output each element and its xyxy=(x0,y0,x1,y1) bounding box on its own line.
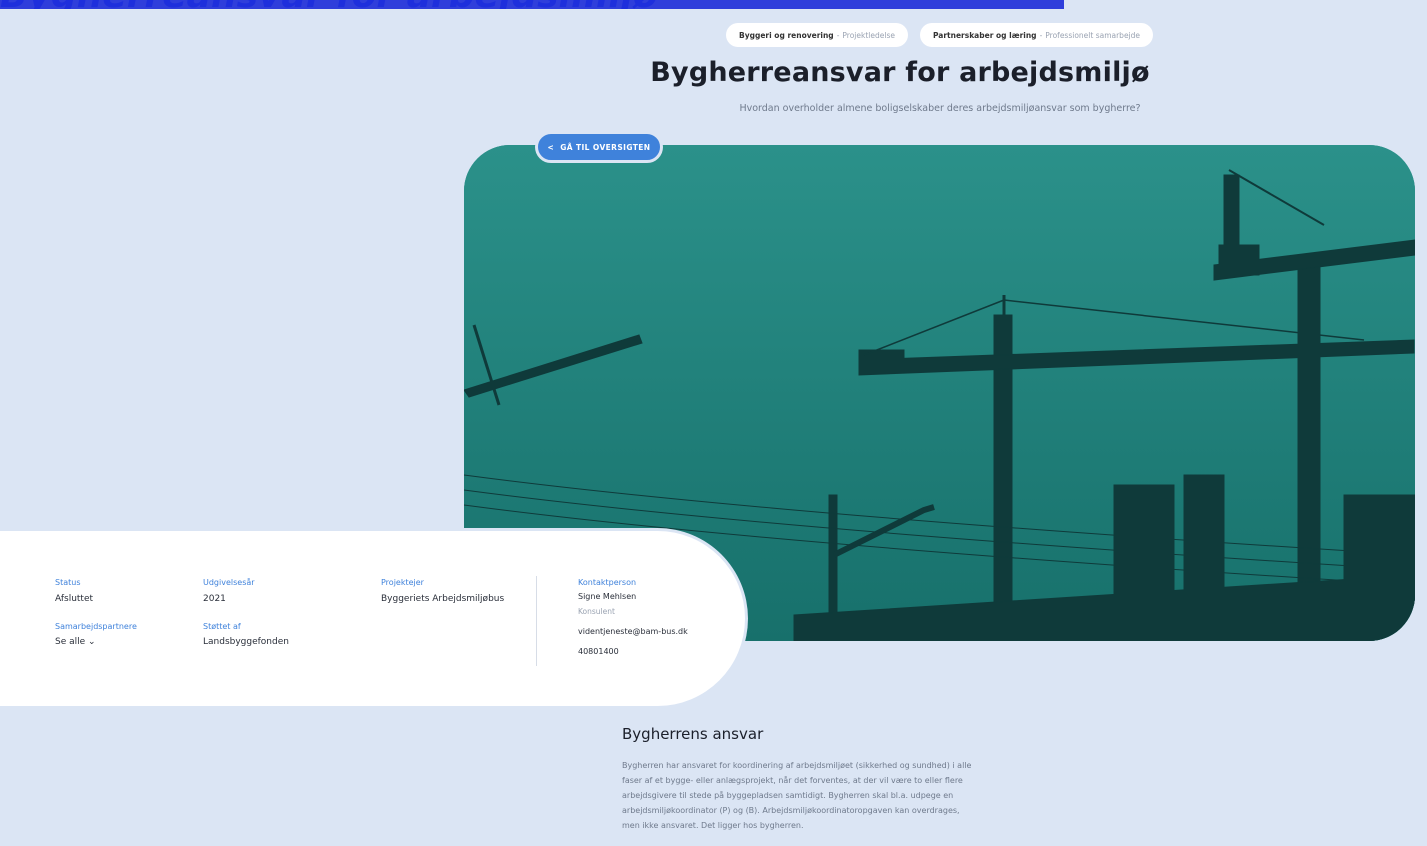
chevron-left-icon: < xyxy=(547,142,555,152)
contact-role: Konsulent xyxy=(578,607,615,616)
category-pills: Byggeri og renovering - Projektledelse P… xyxy=(726,23,1154,47)
see-all-partners-toggle[interactable]: Se alle ⌄ xyxy=(55,637,96,647)
category-pill-partnerships[interactable]: Partnerskaber og læring - Professionelt … xyxy=(919,23,1154,47)
status-value: Afsluttet xyxy=(55,594,94,604)
top-link-banner[interactable]: Bygherreansvar for arbejdsmiljø xyxy=(0,0,1064,9)
top-link-text[interactable]: Bygherreansvar for arbejdsmiljø xyxy=(0,0,1064,9)
back-to-overview-button[interactable]: < GÅ TIL OVERSIGTEN xyxy=(535,131,663,163)
section-body: Bygherren har ansvaret for koordinering … xyxy=(622,761,972,830)
contact-label: Kontaktperson xyxy=(578,578,637,587)
contact-name: Signe Mehlsen xyxy=(578,592,637,601)
pill-subcategory: Projektledelse xyxy=(842,30,895,40)
status-label: Status xyxy=(55,578,81,587)
back-button-label: GÅ TIL OVERSIGTEN xyxy=(560,142,651,152)
partners-label: Samarbejdspartnere xyxy=(55,622,137,631)
pill-subcategory: Professionelt samarbejde xyxy=(1045,30,1141,40)
funder-value: Landsbyggefonden xyxy=(203,637,289,647)
year-label: Udgivelsesår xyxy=(203,578,255,587)
owner-value: Byggeriets Arbejdsmiljøbus xyxy=(381,594,505,604)
category-pill-construction[interactable]: Byggeri og renovering - Projektledelse xyxy=(726,23,908,47)
pill-separator: - xyxy=(836,30,840,40)
page-subtitle: Hvordan overholder almene boligselskaber… xyxy=(739,103,1141,114)
page-title: Bygherreansvar for arbejdsmiljø xyxy=(650,57,1150,88)
project-info-card: Status Afsluttet Udgivelsesår 2021 Proje… xyxy=(0,531,745,706)
owner-label: Projektejer xyxy=(381,578,424,587)
funder-label: Støttet af xyxy=(203,622,241,631)
year-value: 2021 xyxy=(203,594,226,604)
contact-phone-link[interactable]: 40801400 xyxy=(578,647,619,656)
contact-email-link[interactable]: videntjeneste@bam-bus.dk xyxy=(578,627,688,636)
pill-category: Byggeri og renovering xyxy=(739,30,834,40)
pill-separator: - xyxy=(1039,30,1043,40)
section-heading: Bygherrens ansvar xyxy=(622,725,764,743)
pill-category: Partnerskaber og læring xyxy=(932,30,1037,40)
info-divider xyxy=(536,576,537,666)
